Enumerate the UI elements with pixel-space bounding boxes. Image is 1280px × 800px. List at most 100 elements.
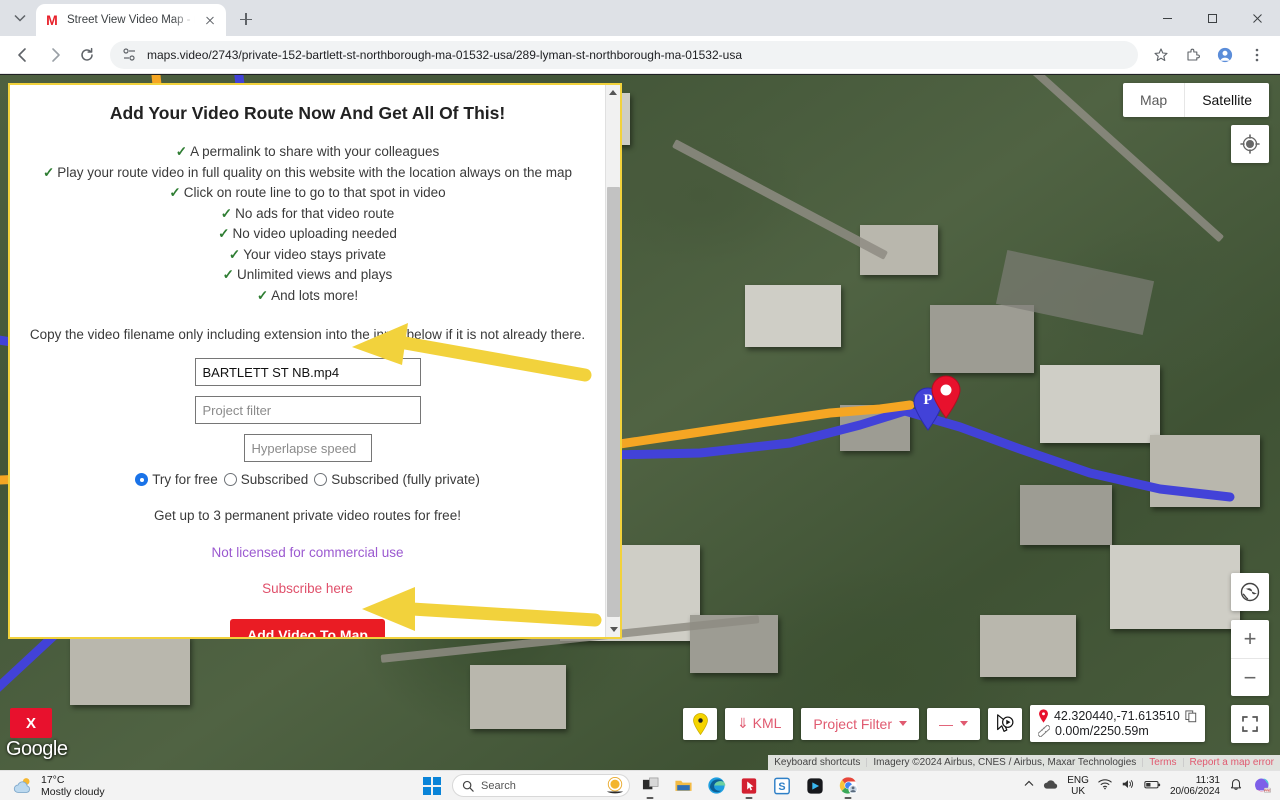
- back-button[interactable]: [8, 40, 38, 70]
- close-overlay-button[interactable]: X: [10, 708, 52, 738]
- new-tab-button[interactable]: [232, 5, 260, 33]
- chevron-down-icon: [898, 721, 907, 726]
- tab-title: Street View Video Map - maps.v: [67, 14, 195, 26]
- maximize-button[interactable]: [1190, 0, 1235, 36]
- feature-label: Click on route line to go to that spot i…: [183, 185, 446, 200]
- language-indicator[interactable]: ENG UK: [1067, 775, 1089, 797]
- toolbar-actions: [1146, 40, 1272, 70]
- close-icon[interactable]: [202, 12, 218, 28]
- radio-subscribed[interactable]: Subscribed: [223, 472, 308, 487]
- feature-label: Your video stays private: [243, 246, 387, 262]
- weather-text: 17°C Mostly cloudy: [41, 774, 105, 798]
- browser-toolbar: maps.video/2743/private-152-bartlett-st-…: [0, 36, 1280, 74]
- play-route-button[interactable]: [987, 707, 1022, 740]
- page-viewport: P Map Satellite + − X Google ⇓ KML Proje…: [0, 75, 1280, 770]
- keyboard-shortcuts-link[interactable]: Keyboard shortcuts: [768, 757, 866, 768]
- coordinates-box[interactable]: 42.320440,-71.613510 0.00m/2250.59m: [1029, 705, 1205, 742]
- map-attribution: Keyboard shortcuts Imagery ©2024 Airbus,…: [768, 755, 1280, 770]
- scrollbar-thumb[interactable]: [607, 187, 620, 617]
- clock[interactable]: 11:31 20/06/2024: [1170, 775, 1220, 797]
- edge-icon: [707, 777, 725, 794]
- globe-button[interactable]: [1231, 573, 1269, 611]
- tab-search-button[interactable]: [6, 4, 34, 32]
- kml-button[interactable]: ⇓ KML: [725, 707, 794, 740]
- media-player-button[interactable]: [802, 773, 828, 799]
- check-icon: ✓: [42, 164, 55, 180]
- google-watermark: Google: [6, 738, 68, 760]
- battery-icon[interactable]: [1144, 779, 1161, 793]
- folder-icon: [674, 780, 692, 791]
- scroll-down-arrow[interactable]: [606, 622, 620, 637]
- hyperlapse-speed-input[interactable]: Hyperlapse speed: [243, 434, 372, 462]
- language-code: ENG: [1067, 774, 1089, 786]
- site-settings-icon[interactable]: [122, 47, 137, 62]
- start-button[interactable]: [419, 773, 445, 799]
- distance-row: 0.00m/2250.59m: [1037, 724, 1197, 738]
- feature-label: Play your route video in full quality on…: [57, 164, 573, 180]
- add-marker-button[interactable]: [683, 707, 717, 740]
- copilot-icon[interactable]: PRE: [1252, 774, 1272, 797]
- onedrive-icon[interactable]: [1043, 778, 1058, 793]
- extensions-icon[interactable]: [1178, 40, 1208, 70]
- project-filter-dropdown[interactable]: Project Filter: [801, 707, 919, 740]
- map-type-satellite[interactable]: Satellite: [1184, 83, 1269, 117]
- radio-dot[interactable]: [314, 473, 328, 486]
- chrome-menu-icon[interactable]: [1242, 40, 1272, 70]
- panel-scrollbar[interactable]: [605, 85, 620, 637]
- task-view-button[interactable]: [637, 773, 663, 799]
- zoom-out-button[interactable]: −: [1231, 658, 1269, 696]
- add-video-to-map-button[interactable]: Add Video To Map: [230, 619, 385, 637]
- snagit-button[interactable]: S: [769, 773, 795, 799]
- weather-description: Mostly cloudy: [41, 785, 105, 798]
- crosshair-icon: [1240, 134, 1260, 154]
- imagery-credit: Imagery ©2024 Airbus, CNES / Airbus, Max…: [873, 757, 1137, 768]
- distance-text: 0.00m/2250.59m: [1054, 724, 1149, 738]
- speed-dropdown[interactable]: —: [926, 707, 980, 740]
- zoom-in-button[interactable]: +: [1231, 620, 1269, 658]
- radio-subscribed-fully-private[interactable]: Subscribed (fully private): [314, 472, 480, 487]
- locate-me-button[interactable]: [1231, 125, 1269, 163]
- bookmark-star-icon[interactable]: [1146, 40, 1176, 70]
- edge-button[interactable]: [703, 773, 729, 799]
- feature-label: Unlimited views and plays: [236, 267, 393, 282]
- close-window-button[interactable]: [1235, 0, 1280, 36]
- chrome-button[interactable]: [835, 773, 861, 799]
- address-bar[interactable]: maps.video/2743/private-152-bartlett-st-…: [110, 40, 1138, 69]
- fullscreen-button[interactable]: [1231, 705, 1269, 743]
- scroll-up-arrow[interactable]: [606, 85, 620, 100]
- license-note: Not licensed for commercial use: [211, 545, 404, 560]
- terms-link[interactable]: Terms: [1143, 757, 1182, 768]
- coordinates-text: 42.320440,-71.613510: [1053, 709, 1180, 723]
- building: [1040, 365, 1160, 443]
- building: [930, 305, 1034, 373]
- profile-avatar-icon[interactable]: [1210, 40, 1240, 70]
- browser-tab[interactable]: M Street View Video Map - maps.v: [36, 4, 226, 36]
- taskbar-search[interactable]: Search: [452, 774, 630, 797]
- copy-icon[interactable]: [1185, 709, 1197, 723]
- notifications-icon[interactable]: [1229, 777, 1243, 794]
- map-marker-location[interactable]: [930, 375, 962, 419]
- map-type-map[interactable]: Map: [1123, 83, 1184, 117]
- subscribe-link[interactable]: Subscribe here: [24, 581, 591, 596]
- reload-button[interactable]: [72, 40, 102, 70]
- weather-widget[interactable]: 17°C Mostly cloudy: [0, 774, 200, 798]
- check-icon: ✓: [218, 226, 230, 241]
- feature-item: ✓ Click on route line to go to that spot …: [24, 183, 591, 204]
- tray-expand-icon[interactable]: [1024, 779, 1034, 792]
- minimize-button[interactable]: [1145, 0, 1190, 36]
- building: [70, 635, 190, 705]
- report-map-error-link[interactable]: Report a map error: [1184, 757, 1280, 768]
- project-filter-input[interactable]: Project filter: [194, 396, 421, 424]
- forward-button[interactable]: [40, 40, 70, 70]
- browser-window: M Street View Video Map - maps.video/274…: [0, 0, 1280, 800]
- radio-dot[interactable]: [223, 473, 237, 486]
- radio-try-for-free[interactable]: Try for free: [135, 472, 218, 487]
- radio-dot[interactable]: [135, 473, 149, 486]
- video-filename-input[interactable]: BARTLETT ST NB.mp4: [194, 358, 421, 386]
- file-explorer-button[interactable]: [670, 773, 696, 799]
- volume-icon[interactable]: [1121, 778, 1135, 793]
- snagit-icon: S: [774, 777, 790, 794]
- cursor-app-button[interactable]: [736, 773, 762, 799]
- wifi-icon[interactable]: [1098, 778, 1112, 793]
- zoom-in-label: +: [1243, 626, 1257, 651]
